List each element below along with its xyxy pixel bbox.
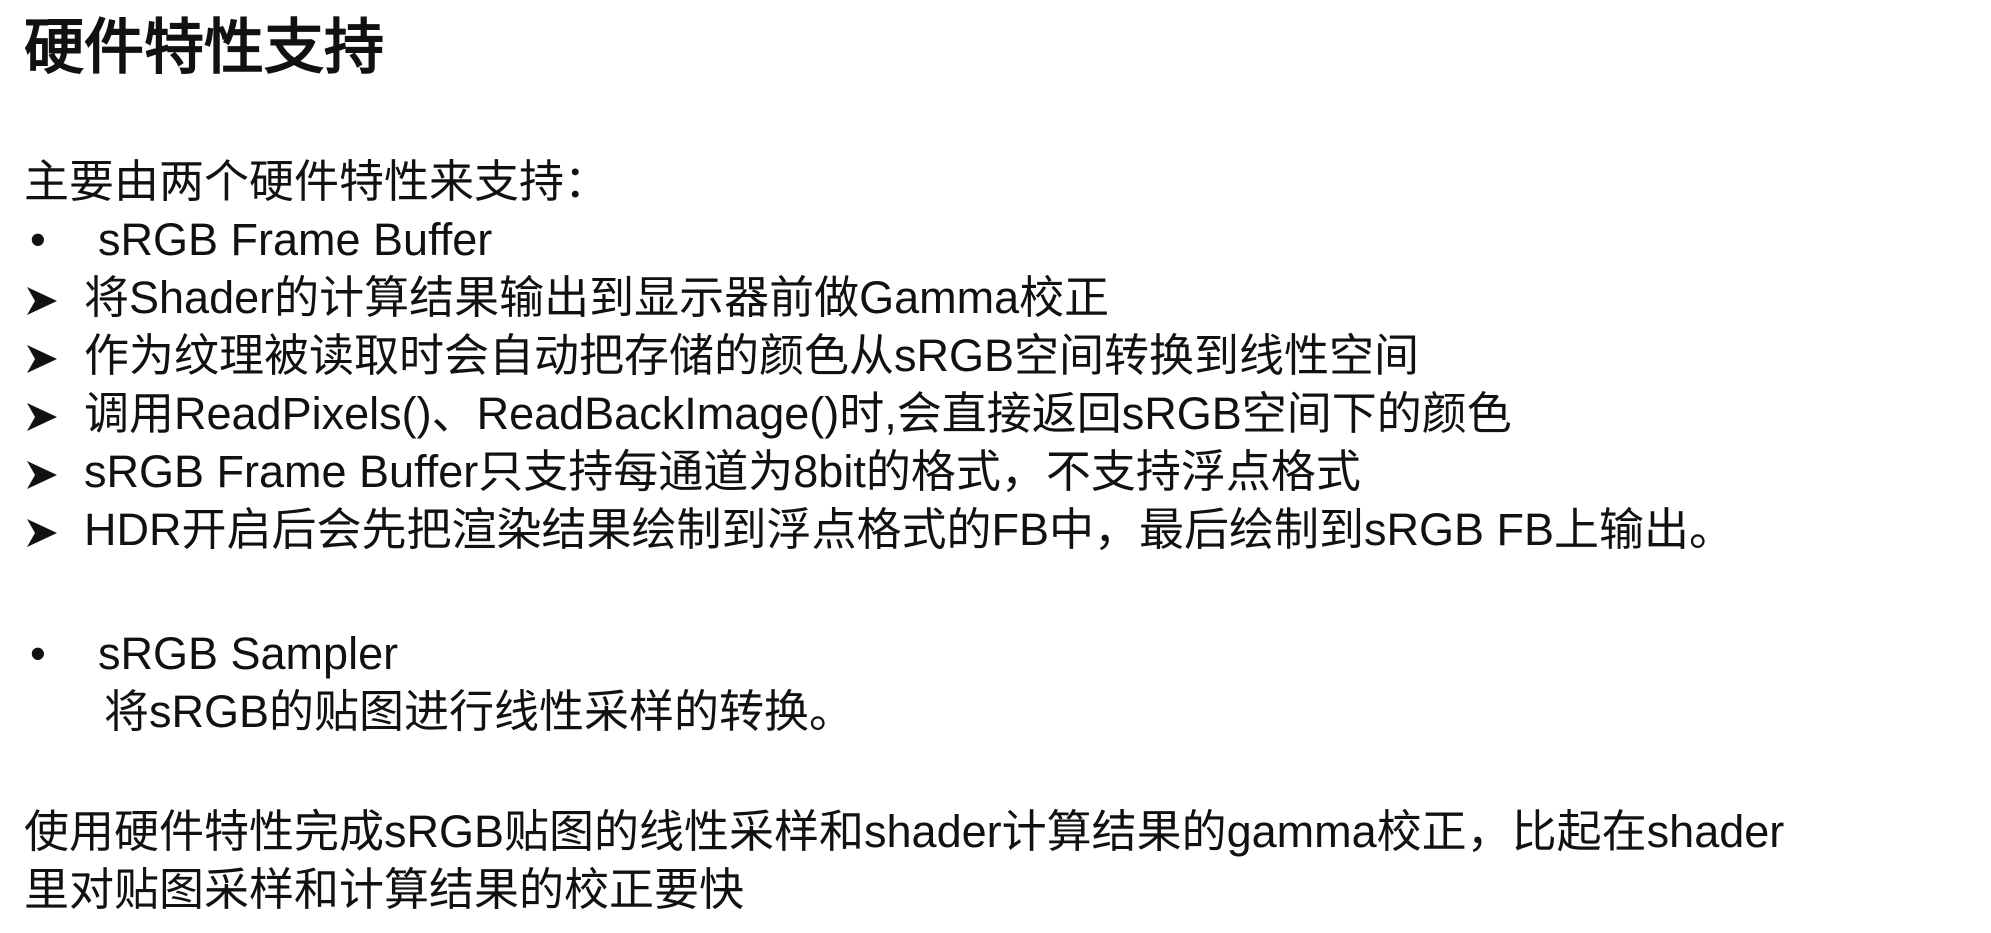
list-item: 作为纹理被读取时会自动把存储的颜色从sRGB空间转换到线性空间: [24, 328, 1419, 384]
section1-heading-row: • sRGB Frame Buffer: [24, 212, 492, 268]
bullet-dot-icon: •: [30, 628, 46, 679]
list-item-text: sRGB Frame Buffer只支持每通道为8bit的格式，不支持浮点格式: [84, 446, 1361, 497]
arrowhead-bullet-icon: [24, 270, 84, 326]
list-item-text: 将Shader的计算结果输出到显示器前做Gamma校正: [84, 272, 1110, 323]
list-item: 调用ReadPixels()、ReadBackImage()时,会直接返回sRG…: [24, 386, 1512, 442]
bullet-dot-icon: •: [30, 214, 46, 265]
list-item-text: 作为纹理被读取时会自动把存储的颜色从sRGB空间转换到线性空间: [84, 330, 1420, 381]
list-item-text: HDR开启后会先把渲染结果绘制到浮点格式的FB中，最后绘制到sRGB FB上输出…: [84, 504, 1735, 555]
arrowhead-bullet-icon: [24, 386, 84, 442]
list-item: 将Shader的计算结果输出到显示器前做Gamma校正: [24, 270, 1109, 326]
section2-heading: sRGB Sampler: [98, 628, 399, 679]
slide: 硬件特性支持 主要由两个硬件特性来支持： • sRGB Frame Buffer …: [0, 0, 1991, 933]
arrowhead-bullet-icon: [24, 444, 84, 500]
conclusion-line-2: 里对贴图采样和计算结果的校正要快: [24, 864, 745, 915]
section2-heading-row: • sRGB Sampler: [24, 626, 398, 682]
list-item: sRGB Frame Buffer只支持每通道为8bit的格式，不支持浮点格式: [24, 444, 1361, 500]
arrowhead-bullet-icon: [24, 328, 84, 384]
conclusion-line-1: 使用硬件特性完成sRGB贴图的线性采样和shader计算结果的gamma校正，比…: [24, 806, 1785, 857]
arrowhead-bullet-icon: [24, 502, 84, 558]
section1-heading: sRGB Frame Buffer: [98, 214, 493, 265]
list-item: HDR开启后会先把渲染结果绘制到浮点格式的FB中，最后绘制到sRGB FB上输出…: [24, 502, 1734, 558]
list-item-text: 调用ReadPixels()、ReadBackImage()时,会直接返回sRG…: [84, 388, 1512, 439]
intro-text: 主要由两个硬件特性来支持：: [24, 156, 610, 207]
section2-description: 将sRGB的贴图进行线性采样的转换。: [104, 686, 855, 737]
page-title: 硬件特性支持: [24, 13, 384, 83]
